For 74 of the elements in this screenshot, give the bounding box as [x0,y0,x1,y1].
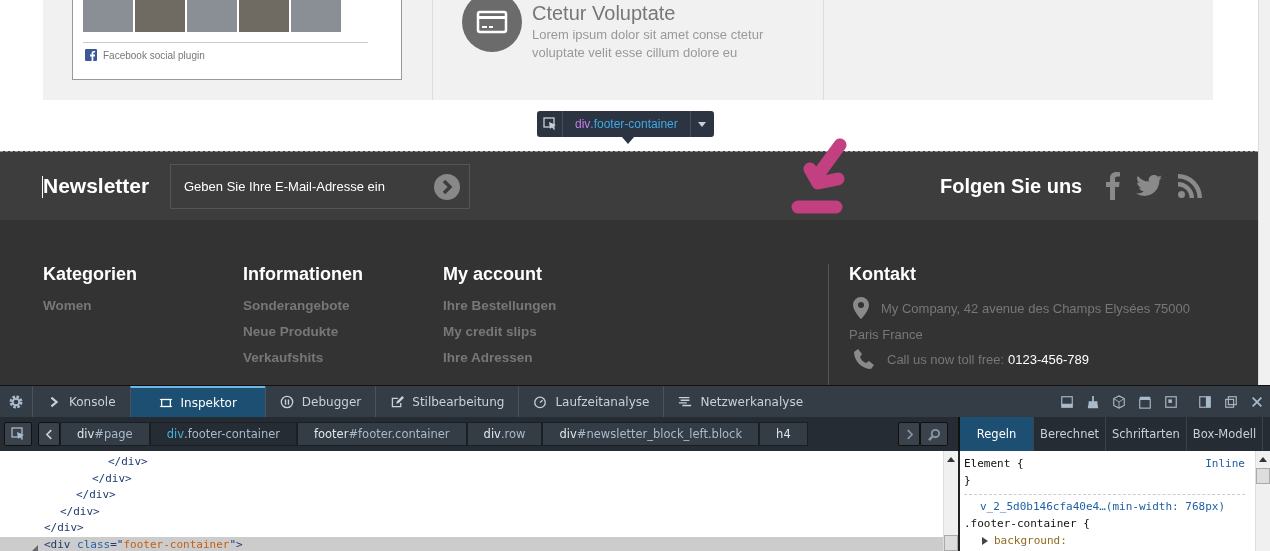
next-button[interactable] [898,422,920,446]
css-selector: .footer-container { [964,516,1091,532]
scroll-up-icon [1259,457,1267,462]
element-picker-button[interactable] [4,422,32,446]
breadcrumb[interactable]: div.footer-container [149,422,297,446]
chevron-left-icon [45,428,53,440]
breadcrumb[interactable]: div.row [466,422,543,446]
search-icon [927,427,941,441]
css-property: background: [994,533,1067,549]
column-heading: Informationen [243,264,364,285]
email-field[interactable]: Geben Sie Ihre E-Mail-Adresse ein [170,163,470,209]
expand-triangle-icon[interactable] [982,536,988,545]
pause-icon [279,394,294,409]
scrollbar[interactable] [943,451,958,551]
phone-icon [853,348,875,370]
close-icon[interactable] [1250,394,1264,409]
credit-card-icon [462,0,522,52]
paintbrush-icon[interactable] [1086,394,1100,409]
css-brace: } [964,473,972,489]
phone-number: 0123-456-789 [1008,351,1090,367]
breadcrumb[interactable]: div#newsletter_block_left.block [542,422,760,446]
detach-window-icon[interactable] [1224,394,1238,409]
cube-icon[interactable] [1112,394,1126,409]
source-link[interactable]: v_2_5d0b146cfa40e4…(min-width: 768px) [964,494,1245,515]
cursor-icon [11,427,25,441]
breadcrumb[interactable]: footer#footer.container [297,422,467,446]
column-heading: My account [443,264,544,285]
chevron-right-icon [905,428,913,440]
devtools-tab[interactable]: Inspektor [129,386,265,417]
markup-line[interactable]: </div> [0,470,943,488]
markup-line[interactable]: </div> [0,454,943,471]
scrollbar-thumb[interactable] [1256,468,1270,484]
markup-line[interactable]: </div> [0,503,943,521]
feature-text: Lorem ipsum dolor sit amet conse ctetur voluptate velit esse cillum dolore eu [532,26,765,62]
feature-title: Ctetur Voluptate [532,2,677,24]
stopwatch-icon [533,394,548,409]
newsletter-heading: Newsletter [43,174,151,198]
markup-line[interactable]: </div> [0,487,943,504]
clapperboard-icon[interactable] [1138,394,1152,409]
follow-heading: Folgen Sie uns [940,174,1083,198]
screenshot-icon[interactable] [1164,394,1178,409]
breadcrumb[interactable]: h4 [759,422,808,446]
split-console-icon[interactable] [1060,394,1074,409]
edit-icon [390,394,405,409]
network-icon [678,394,693,409]
caption: Facebook social plugin [103,49,205,61]
cursor-icon [542,117,557,131]
node-label: div.footer-container [574,116,679,133]
scrollbar-thumb[interactable] [944,535,958,551]
column-heading: Kontakt [849,264,917,285]
sidebar-tab[interactable]: Regeln [960,417,1034,451]
previous-button[interactable] [38,422,60,446]
facebook-icon [85,49,97,61]
scroll-up-icon [947,457,955,462]
caret-icon [698,121,707,127]
address-text: My Company, 42 avenue des Champs Elysées 75000 [881,300,1191,316]
scrollbar[interactable] [1255,451,1270,551]
rss-icon[interactable] [1178,174,1203,198]
markup-line[interactable]: </div> [0,520,943,537]
settings-icon[interactable] [8,394,24,410]
search-button[interactable] [920,422,948,446]
twitter-icon[interactable] [1136,175,1163,197]
column-heading: Kategorien [43,264,139,285]
dock-side-icon[interactable] [1198,394,1212,409]
css-selector: Element { [964,456,1024,472]
address-text: Paris France [849,327,924,342]
breadcrumb[interactable]: div#page [60,422,150,446]
phone-label: Call us now toll free: [887,351,1005,367]
facebook-icon[interactable] [1104,172,1121,200]
map-pin-icon [853,297,869,319]
source-link[interactable]: Inline [1205,455,1245,472]
text-cursor [42,176,43,198]
scrollbar[interactable] [1258,0,1270,385]
expander-icon[interactable] [32,544,38,551]
